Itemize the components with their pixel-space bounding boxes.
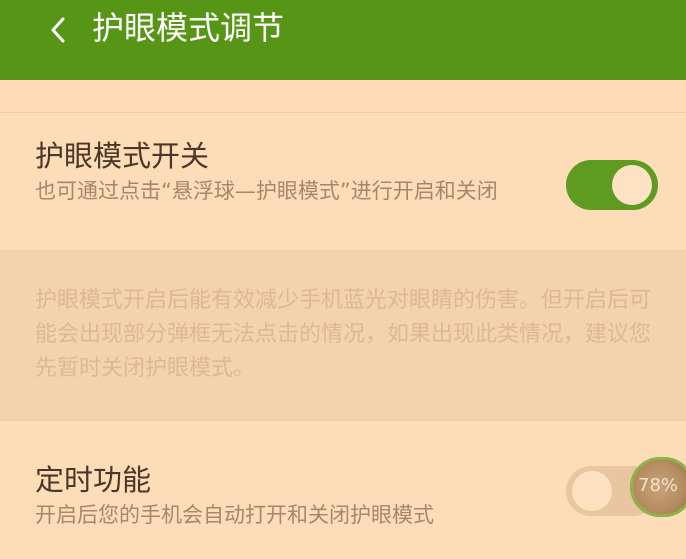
top-spacer <box>0 80 686 112</box>
chevron-left-icon <box>51 17 65 43</box>
eye-mode-description: 也可通过点击“悬浮球—护眼模式”进行开启和关闭 <box>35 179 498 203</box>
toggle-knob <box>612 165 652 205</box>
timer-row: 定时功能 开启后您的手机会自动打开和关闭护眼模式 <box>0 421 686 559</box>
info-note: 护眼模式开启后能有效减少手机蓝光对眼睛的伤害。但开启后可能会出现部分弹框无法点击… <box>0 251 686 420</box>
eye-mode-title: 护眼模式开关 <box>35 139 210 173</box>
floating-ball[interactable]: 78% <box>630 457 686 517</box>
toggle-knob <box>572 471 612 511</box>
timer-description: 开启后您的手机会自动打开和关闭护眼模式 <box>35 503 434 527</box>
eye-mode-row: 护眼模式开关 也可通过点击“悬浮球—护眼模式”进行开启和关闭 <box>0 113 686 250</box>
eye-mode-toggle[interactable] <box>566 160 658 210</box>
floating-ball-label: 78% <box>638 475 679 496</box>
page-title: 护眼模式调节 <box>92 9 285 47</box>
timer-title: 定时功能 <box>35 463 152 497</box>
back-button[interactable] <box>38 10 78 50</box>
note-text: 护眼模式开启后能有效减少手机蓝光对眼睛的伤害。但开启后可能会出现部分弹框无法点击… <box>35 288 652 381</box>
app-header: 护眼模式调节 <box>0 0 686 80</box>
